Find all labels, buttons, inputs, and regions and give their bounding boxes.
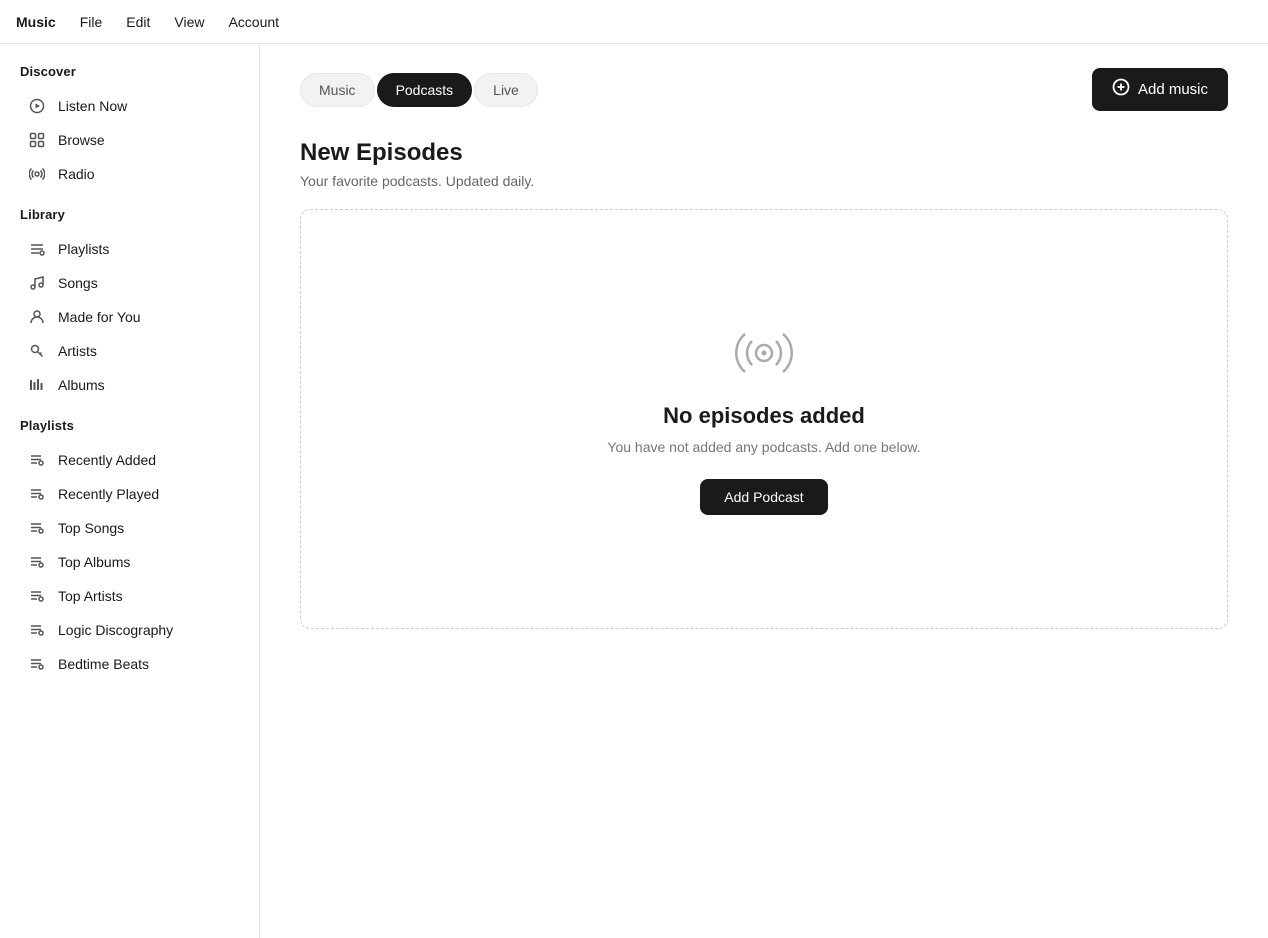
sidebar-item-top-artists[interactable]: Top Artists — [8, 579, 251, 613]
sidebar-item-browse[interactable]: Browse — [8, 123, 251, 157]
top-albums-label: Top Albums — [58, 554, 130, 570]
albums-label: Albums — [58, 377, 105, 393]
empty-title: No episodes added — [663, 403, 865, 429]
tab-podcasts[interactable]: Podcasts — [377, 73, 473, 107]
songs-label: Songs — [58, 275, 98, 291]
playlist-icon-6 — [28, 621, 46, 639]
plus-circle-icon — [1112, 78, 1130, 101]
add-music-label: Add music — [1138, 81, 1208, 98]
artists-label: Artists — [58, 343, 97, 359]
menu-view[interactable]: View — [174, 14, 204, 30]
tab-music[interactable]: Music — [300, 73, 375, 107]
sidebar-item-logic-discography[interactable]: Logic Discography — [8, 613, 251, 647]
podcast-empty-icon — [734, 323, 794, 383]
sidebar-item-artists[interactable]: Artists — [8, 334, 251, 368]
library-heading: Library — [0, 207, 259, 232]
recently-played-label: Recently Played — [58, 486, 159, 502]
menubar: Music File Edit View Account — [0, 0, 1268, 44]
bedtime-beats-label: Bedtime Beats — [58, 656, 149, 672]
playlist-icon-4 — [28, 553, 46, 571]
tabs-row: Music Podcasts Live Add music — [300, 68, 1228, 111]
logic-discography-label: Logic Discography — [58, 622, 173, 638]
play-circle-icon — [28, 97, 46, 115]
key-icon — [28, 342, 46, 360]
tab-live[interactable]: Live — [474, 73, 538, 107]
recently-added-label: Recently Added — [58, 452, 156, 468]
bars-icon — [28, 376, 46, 394]
music-note-icon — [28, 274, 46, 292]
empty-subtitle: You have not added any podcasts. Add one… — [607, 439, 920, 455]
playlist-icon-3 — [28, 519, 46, 537]
sidebar-item-songs[interactable]: Songs — [8, 266, 251, 300]
sidebar-item-recently-played[interactable]: Recently Played — [8, 477, 251, 511]
playlist-icon-1 — [28, 451, 46, 469]
sidebar-item-recently-added[interactable]: Recently Added — [8, 443, 251, 477]
tabs-container: Music Podcasts Live — [300, 73, 538, 107]
radio-icon — [28, 165, 46, 183]
grid-icon — [28, 131, 46, 149]
app-layout: Discover Listen Now — [0, 44, 1268, 938]
browse-label: Browse — [58, 132, 105, 148]
menu-music[interactable]: Music — [16, 14, 56, 30]
playlists-label: Playlists — [58, 241, 109, 257]
main-content: Music Podcasts Live Add music New Episod… — [260, 44, 1268, 938]
empty-state-box: No episodes added You have not added any… — [300, 209, 1228, 629]
section-subtitle: Your favorite podcasts. Updated daily. — [300, 173, 1228, 189]
section-title: New Episodes — [300, 139, 1228, 167]
menu-edit[interactable]: Edit — [126, 14, 150, 30]
sidebar-item-top-songs[interactable]: Top Songs — [8, 511, 251, 545]
add-music-button[interactable]: Add music — [1092, 68, 1228, 111]
menu-file[interactable]: File — [80, 14, 103, 30]
playlist-icon-5 — [28, 587, 46, 605]
sidebar-item-playlists[interactable]: Playlists — [8, 232, 251, 266]
sidebar-item-top-albums[interactable]: Top Albums — [8, 545, 251, 579]
sidebar-item-listen-now[interactable]: Listen Now — [8, 89, 251, 123]
sidebar-item-bedtime-beats[interactable]: Bedtime Beats — [8, 647, 251, 681]
sidebar-item-albums[interactable]: Albums — [8, 368, 251, 402]
discover-heading: Discover — [0, 64, 259, 89]
playlist-icon-2 — [28, 485, 46, 503]
made-for-you-label: Made for You — [58, 309, 141, 325]
listen-now-label: Listen Now — [58, 98, 127, 114]
sidebar-item-made-for-you[interactable]: Made for You — [8, 300, 251, 334]
list-icon — [28, 240, 46, 258]
sidebar: Discover Listen Now — [0, 44, 260, 938]
add-podcast-button[interactable]: Add Podcast — [700, 479, 827, 515]
sidebar-item-radio[interactable]: Radio — [8, 157, 251, 191]
radio-label: Radio — [58, 166, 95, 182]
top-songs-label: Top Songs — [58, 520, 124, 536]
top-artists-label: Top Artists — [58, 588, 123, 604]
playlists-section-heading: Playlists — [0, 418, 259, 443]
menu-account[interactable]: Account — [228, 14, 279, 30]
person-icon — [28, 308, 46, 326]
playlist-icon-7 — [28, 655, 46, 673]
